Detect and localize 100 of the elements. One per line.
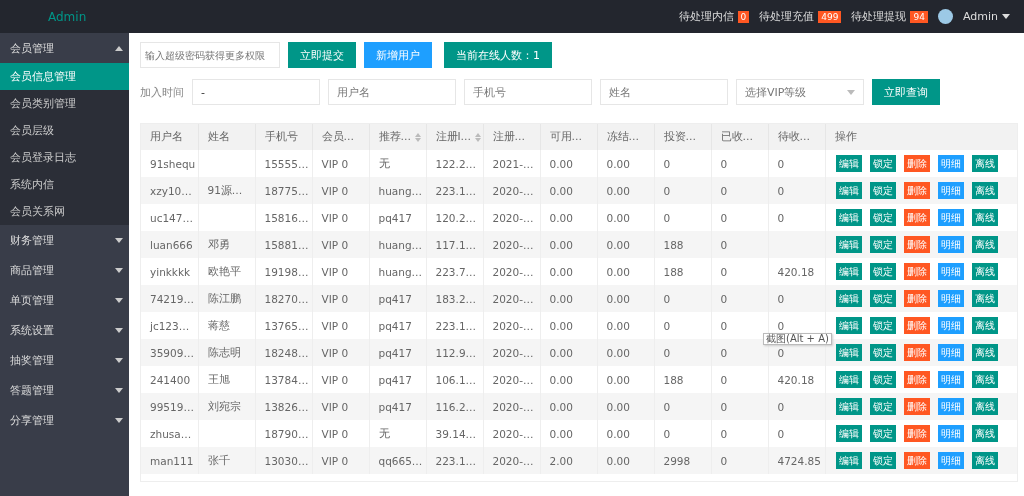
action-button[interactable]: 编辑 bbox=[835, 155, 862, 172]
action-button[interactable]: 锁定 bbox=[869, 398, 896, 415]
action-button[interactable]: 编辑 bbox=[835, 398, 862, 415]
action-button[interactable]: 编辑 bbox=[835, 425, 862, 442]
sidebar-group[interactable]: 财务管理 bbox=[0, 225, 129, 255]
action-button[interactable]: 离线 bbox=[971, 155, 998, 172]
action-button[interactable]: 离线 bbox=[971, 371, 998, 388]
sidebar-group[interactable]: 会员管理 bbox=[0, 33, 129, 63]
action-button[interactable]: 锁定 bbox=[869, 182, 896, 199]
action-button[interactable]: 编辑 bbox=[835, 263, 862, 280]
action-button[interactable]: 删除 bbox=[903, 425, 930, 442]
sidebar-group[interactable]: 抽奖管理 bbox=[0, 345, 129, 375]
action-button[interactable]: 明细 bbox=[937, 155, 964, 172]
sidebar-group[interactable]: 单页管理 bbox=[0, 285, 129, 315]
sidebar-item[interactable]: 会员登录日志 bbox=[0, 144, 129, 171]
action-button[interactable]: 明细 bbox=[937, 209, 964, 226]
vip-select[interactable]: 选择VIP等级 bbox=[736, 79, 864, 105]
action-button[interactable]: 删除 bbox=[903, 371, 930, 388]
action-button[interactable]: 锁定 bbox=[869, 236, 896, 253]
sidebar-item[interactable]: 会员信息管理 bbox=[0, 63, 129, 90]
action-button[interactable]: 锁定 bbox=[869, 425, 896, 442]
action-button[interactable]: 编辑 bbox=[835, 236, 862, 253]
notice-link[interactable]: 待处理提现 94 bbox=[851, 9, 928, 24]
action-button[interactable]: 锁定 bbox=[869, 290, 896, 307]
action-button[interactable]: 编辑 bbox=[835, 182, 862, 199]
column-header[interactable]: 注册I… bbox=[426, 124, 483, 150]
sidebar-group[interactable]: 答题管理 bbox=[0, 375, 129, 405]
action-button[interactable]: 锁定 bbox=[869, 452, 896, 469]
action-button[interactable]: 删除 bbox=[903, 344, 930, 361]
online-count[interactable]: 当前在线人数：1 bbox=[444, 42, 552, 68]
action-button[interactable]: 明细 bbox=[937, 371, 964, 388]
sidebar-item[interactable]: 会员关系网 bbox=[0, 198, 129, 225]
column-header[interactable]: 已收… bbox=[711, 124, 768, 150]
action-button[interactable]: 删除 bbox=[903, 236, 930, 253]
action-button[interactable]: 锁定 bbox=[869, 263, 896, 280]
action-button[interactable]: 锁定 bbox=[869, 317, 896, 334]
column-header[interactable]: 手机号 bbox=[255, 124, 312, 150]
sidebar-group[interactable]: 系统设置 bbox=[0, 315, 129, 345]
action-button[interactable]: 明细 bbox=[937, 452, 964, 469]
action-button[interactable]: 明细 bbox=[937, 182, 964, 199]
action-button[interactable]: 编辑 bbox=[835, 344, 862, 361]
action-button[interactable]: 删除 bbox=[903, 263, 930, 280]
action-button[interactable]: 删除 bbox=[903, 452, 930, 469]
action-button[interactable]: 离线 bbox=[971, 425, 998, 442]
column-header[interactable]: 注册… bbox=[483, 124, 540, 150]
action-button[interactable]: 编辑 bbox=[835, 317, 862, 334]
column-header[interactable]: 推荐… bbox=[369, 124, 426, 150]
sidebar-item[interactable]: 会员类别管理 bbox=[0, 90, 129, 117]
action-button[interactable]: 删除 bbox=[903, 155, 930, 172]
action-button[interactable]: 编辑 bbox=[835, 209, 862, 226]
phone-field[interactable]: 手机号 bbox=[464, 79, 592, 105]
action-button[interactable]: 离线 bbox=[971, 236, 998, 253]
action-button[interactable]: 明细 bbox=[937, 425, 964, 442]
sidebar-item[interactable]: 会员层级 bbox=[0, 117, 129, 144]
add-user-button[interactable]: 新增用户 bbox=[364, 42, 432, 68]
column-header[interactable]: 可用… bbox=[540, 124, 597, 150]
action-button[interactable]: 编辑 bbox=[835, 371, 862, 388]
submit-button[interactable]: 立即提交 bbox=[288, 42, 356, 68]
notice-link[interactable]: 待处理充值 499 bbox=[759, 9, 842, 24]
column-header[interactable]: 会员… bbox=[312, 124, 369, 150]
column-header[interactable]: 待收… bbox=[768, 124, 825, 150]
query-button[interactable]: 立即查询 bbox=[872, 79, 940, 105]
sort-icon[interactable] bbox=[415, 132, 421, 142]
action-button[interactable]: 明细 bbox=[937, 263, 964, 280]
action-button[interactable]: 删除 bbox=[903, 209, 930, 226]
action-button[interactable]: 离线 bbox=[971, 344, 998, 361]
avatar[interactable] bbox=[937, 9, 953, 24]
sidebar-item[interactable]: 系统内信 bbox=[0, 171, 129, 198]
action-button[interactable]: 删除 bbox=[903, 317, 930, 334]
action-button[interactable]: 编辑 bbox=[835, 290, 862, 307]
action-button[interactable]: 明细 bbox=[937, 344, 964, 361]
column-header[interactable]: 用户名 bbox=[141, 124, 198, 150]
sidebar-group[interactable]: 分享管理 bbox=[0, 405, 129, 435]
action-button[interactable]: 明细 bbox=[937, 398, 964, 415]
column-header[interactable]: 冻结… bbox=[597, 124, 654, 150]
sidebar-group[interactable]: 商品管理 bbox=[0, 255, 129, 285]
password-field[interactable]: 输入超级密码获得更多权限 bbox=[140, 42, 280, 68]
username-field[interactable]: 用户名 bbox=[328, 79, 456, 105]
action-button[interactable]: 离线 bbox=[971, 263, 998, 280]
column-header[interactable]: 投资… bbox=[654, 124, 711, 150]
action-button[interactable]: 离线 bbox=[971, 182, 998, 199]
action-button[interactable]: 明细 bbox=[937, 236, 964, 253]
action-button[interactable]: 锁定 bbox=[869, 371, 896, 388]
action-button[interactable]: 删除 bbox=[903, 182, 930, 199]
logo[interactable]: Admin bbox=[48, 9, 87, 24]
column-header[interactable]: 操作 bbox=[825, 124, 1017, 150]
action-button[interactable]: 离线 bbox=[971, 398, 998, 415]
action-button[interactable]: 离线 bbox=[971, 452, 998, 469]
action-button[interactable]: 锁定 bbox=[869, 209, 896, 226]
column-header[interactable]: 姓名 bbox=[198, 124, 255, 150]
action-button[interactable]: 离线 bbox=[971, 290, 998, 307]
action-button[interactable]: 明细 bbox=[937, 317, 964, 334]
name-field[interactable]: 姓名 bbox=[600, 79, 728, 105]
action-button[interactable]: 锁定 bbox=[869, 344, 896, 361]
action-button[interactable]: 明细 bbox=[937, 290, 964, 307]
date-field[interactable]: - bbox=[192, 79, 320, 105]
action-button[interactable]: 锁定 bbox=[869, 155, 896, 172]
action-button[interactable]: 离线 bbox=[971, 317, 998, 334]
user-menu[interactable]: Admin bbox=[962, 10, 1010, 23]
action-button[interactable]: 离线 bbox=[971, 209, 998, 226]
